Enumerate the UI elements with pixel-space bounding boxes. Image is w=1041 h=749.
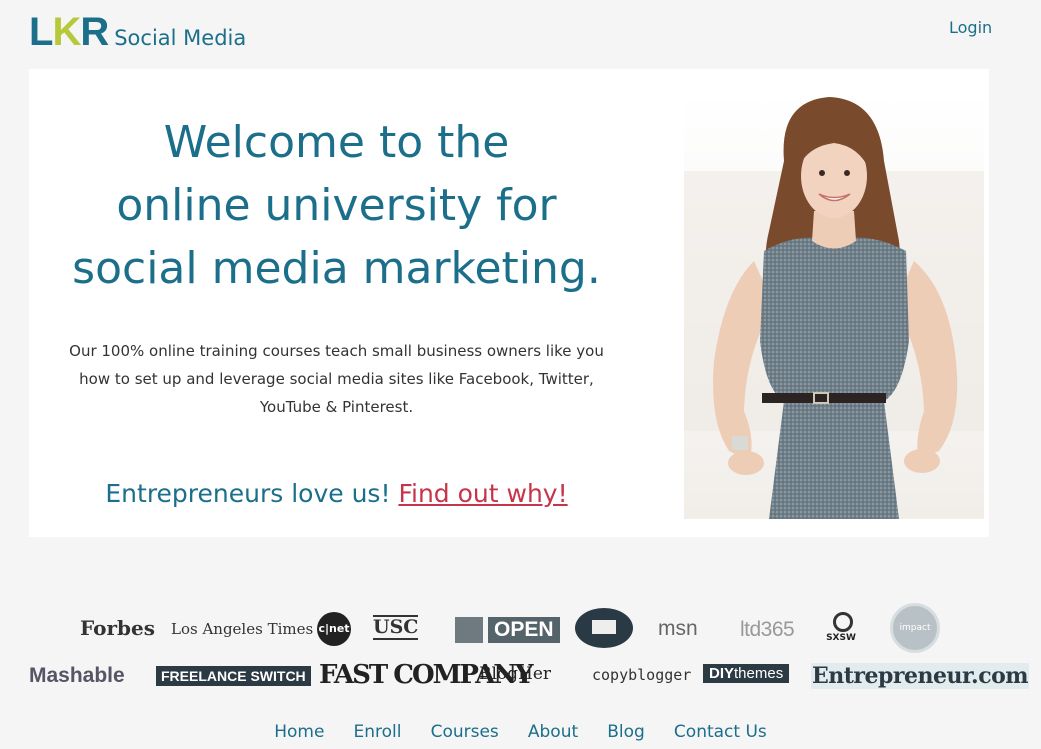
sxsw-logo: SXSW [821,610,861,644]
headline-line: online university for [116,180,557,231]
press-logos: Forbes Los Angeles Times c|net USC OPEN … [0,600,1041,700]
msn-logo: msn [658,617,698,640]
ltd365-logo: ltd365 [740,618,795,641]
amex-icon [455,617,483,643]
forbes-logo: Forbes [80,616,155,640]
footer-nav: Home Enroll Courses About Blog Contact U… [0,722,1041,742]
footer-link-enroll[interactable]: Enroll [354,722,402,742]
find-out-why-link[interactable]: Find out why! [398,479,567,508]
entrepreneur-logo: Entrepreneur.com [811,663,1030,689]
freelance-switch-logo: FREELANCE SWITCH [156,666,311,686]
hero-description: Our 100% online training courses teach s… [69,342,604,416]
entrepreneurs-love-us: Entrepreneurs love us! Find out why! [29,479,644,508]
headline-line: social media marketing. [72,243,601,294]
footer-link-contact[interactable]: Contact Us [674,722,767,742]
impact-badge-logo: impact [890,603,940,653]
white-house-logo [575,608,633,648]
hero-photo [684,91,984,519]
hero-card: Welcome to the online university for soc… [29,69,989,537]
hero-headline: Welcome to the online university for soc… [29,111,644,300]
cnet-logo: c|net [317,612,351,646]
footer-link-home[interactable]: Home [274,722,324,742]
usc-logo: USC [373,615,419,640]
diythemes-logo: DIYthemes [703,664,790,683]
copyblogger-logo: copyblogger [592,666,692,684]
love-text: Entrepreneurs love us! [105,479,391,508]
footer-link-blog[interactable]: Blog [607,722,645,742]
headline-line: Welcome to the [163,117,510,168]
amex-open-logo: OPEN [488,617,560,643]
site-logo[interactable]: LKR Social Media [29,12,246,52]
blogher-logo: BlogHer [479,664,552,684]
footer-link-about[interactable]: About [528,722,578,742]
logo-mark: LKR [29,10,109,54]
logo-text: Social Media [114,26,247,50]
mashable-logo: Mashable [29,664,125,687]
la-times-logo: Los Angeles Times [171,620,314,638]
footer-link-courses[interactable]: Courses [431,722,499,742]
login-link[interactable]: Login [949,18,992,37]
